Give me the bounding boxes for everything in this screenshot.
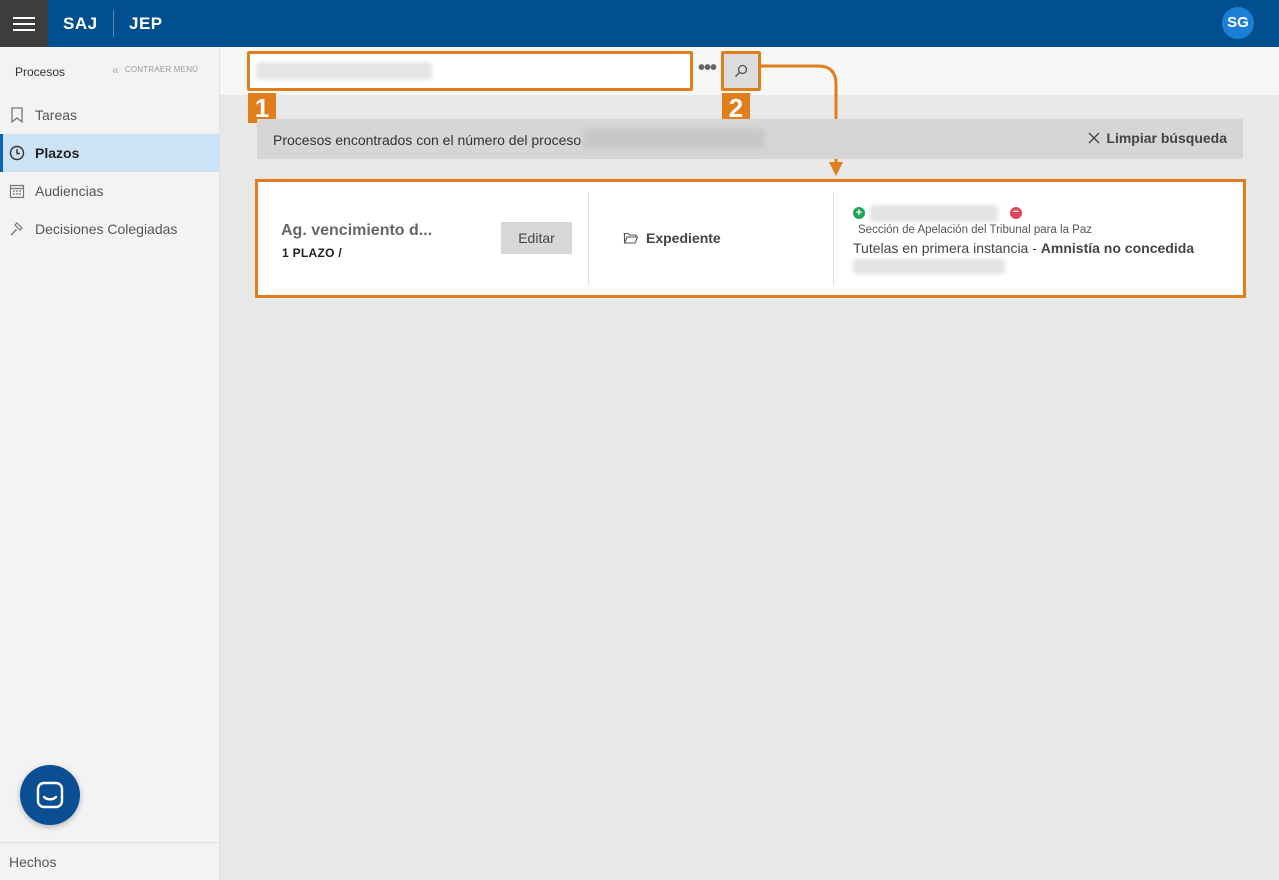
user-avatar[interactable]: SG <box>1222 7 1254 39</box>
collapse-menu-label: CONTRAER MENÚ <box>124 65 199 74</box>
sidebar-item-label: Tareas <box>35 107 78 123</box>
brand-divider <box>113 10 114 37</box>
folder-open-icon <box>623 232 638 244</box>
redacted-process-number <box>583 129 765 149</box>
redacted-party-name <box>870 205 998 222</box>
result-card: Ag. vencimiento d... 1 PLAZO / Editar Ex… <box>255 179 1246 298</box>
search-button[interactable] <box>721 51 761 91</box>
redacted-search-value <box>256 62 432 80</box>
remove-party-icon[interactable]: − <box>1010 207 1022 219</box>
expediente-link[interactable]: Expediente <box>623 230 721 246</box>
court-section: Sección de Apelación del Tribunal para l… <box>858 224 1092 236</box>
double-chevron-left-icon: « <box>112 62 119 77</box>
clear-search-button[interactable]: Limpiar búsqueda <box>1088 130 1227 146</box>
brand-saj[interactable]: SAJ <box>63 0 98 47</box>
card-subtitle: 1 PLAZO / <box>282 246 343 260</box>
sidebar-item-label: Plazos <box>35 145 80 161</box>
sidebar-item-label: Decisiones Colegiadas <box>35 221 178 237</box>
sidebar-item-hechos[interactable]: Hechos <box>9 854 56 870</box>
search-field[interactable] <box>247 51 693 91</box>
results-banner-text: Procesos encontrados con el número del p… <box>273 132 582 148</box>
sidebar-item-decisiones-colegiadas[interactable]: Decisiones Colegiadas <box>0 210 220 248</box>
bookmark-icon <box>8 106 26 124</box>
add-party-icon[interactable]: + <box>853 207 865 219</box>
gavel-icon <box>8 220 26 238</box>
case-type-line: Tutelas en primera instancia - Amnistía … <box>853 240 1194 256</box>
chat-launcher-button[interactable] <box>20 765 80 825</box>
redacted-case-detail <box>853 259 1005 274</box>
sidebar-item-plazos[interactable]: Plazos <box>0 134 220 172</box>
edit-button[interactable]: Editar <box>501 222 572 254</box>
chat-icon <box>36 781 64 809</box>
close-icon <box>1088 132 1100 144</box>
card-divider <box>833 192 834 286</box>
hamburger-line <box>13 28 35 31</box>
collapse-menu-button[interactable]: « CONTRAER MENÚ <box>112 62 199 77</box>
clear-search-label: Limpiar búsqueda <box>1106 130 1227 146</box>
sidebar-item-audiencias[interactable]: Audiencias <box>0 172 220 210</box>
calendar-icon <box>8 182 26 200</box>
top-bar: SAJ JEP SG <box>0 0 1279 47</box>
clock-icon <box>8 144 26 162</box>
sidebar-title: Procesos <box>15 65 66 79</box>
sidebar: Procesos « CONTRAER MENÚ Tareas Plazos A… <box>0 47 220 880</box>
hamburger-menu-button[interactable] <box>0 0 48 47</box>
more-options-button[interactable]: ••• <box>697 58 717 82</box>
case-separator: - <box>1028 240 1041 256</box>
expediente-label: Expediente <box>646 230 721 246</box>
search-icon <box>735 64 748 77</box>
card-title[interactable]: Ag. vencimiento d... <box>281 222 432 240</box>
case-type: Tutelas en primera instancia <box>853 240 1029 256</box>
card-divider <box>588 192 589 286</box>
hamburger-line <box>13 22 35 25</box>
case-status: Amnistía no concedida <box>1040 240 1195 256</box>
hamburger-line <box>13 16 35 19</box>
sidebar-item-label: Audiencias <box>35 183 104 199</box>
brand-jep[interactable]: JEP <box>129 0 163 47</box>
results-banner: Procesos encontrados con el número del p… <box>257 119 1243 159</box>
sidebar-item-tareas[interactable]: Tareas <box>0 96 220 134</box>
sidebar-divider <box>0 842 220 843</box>
